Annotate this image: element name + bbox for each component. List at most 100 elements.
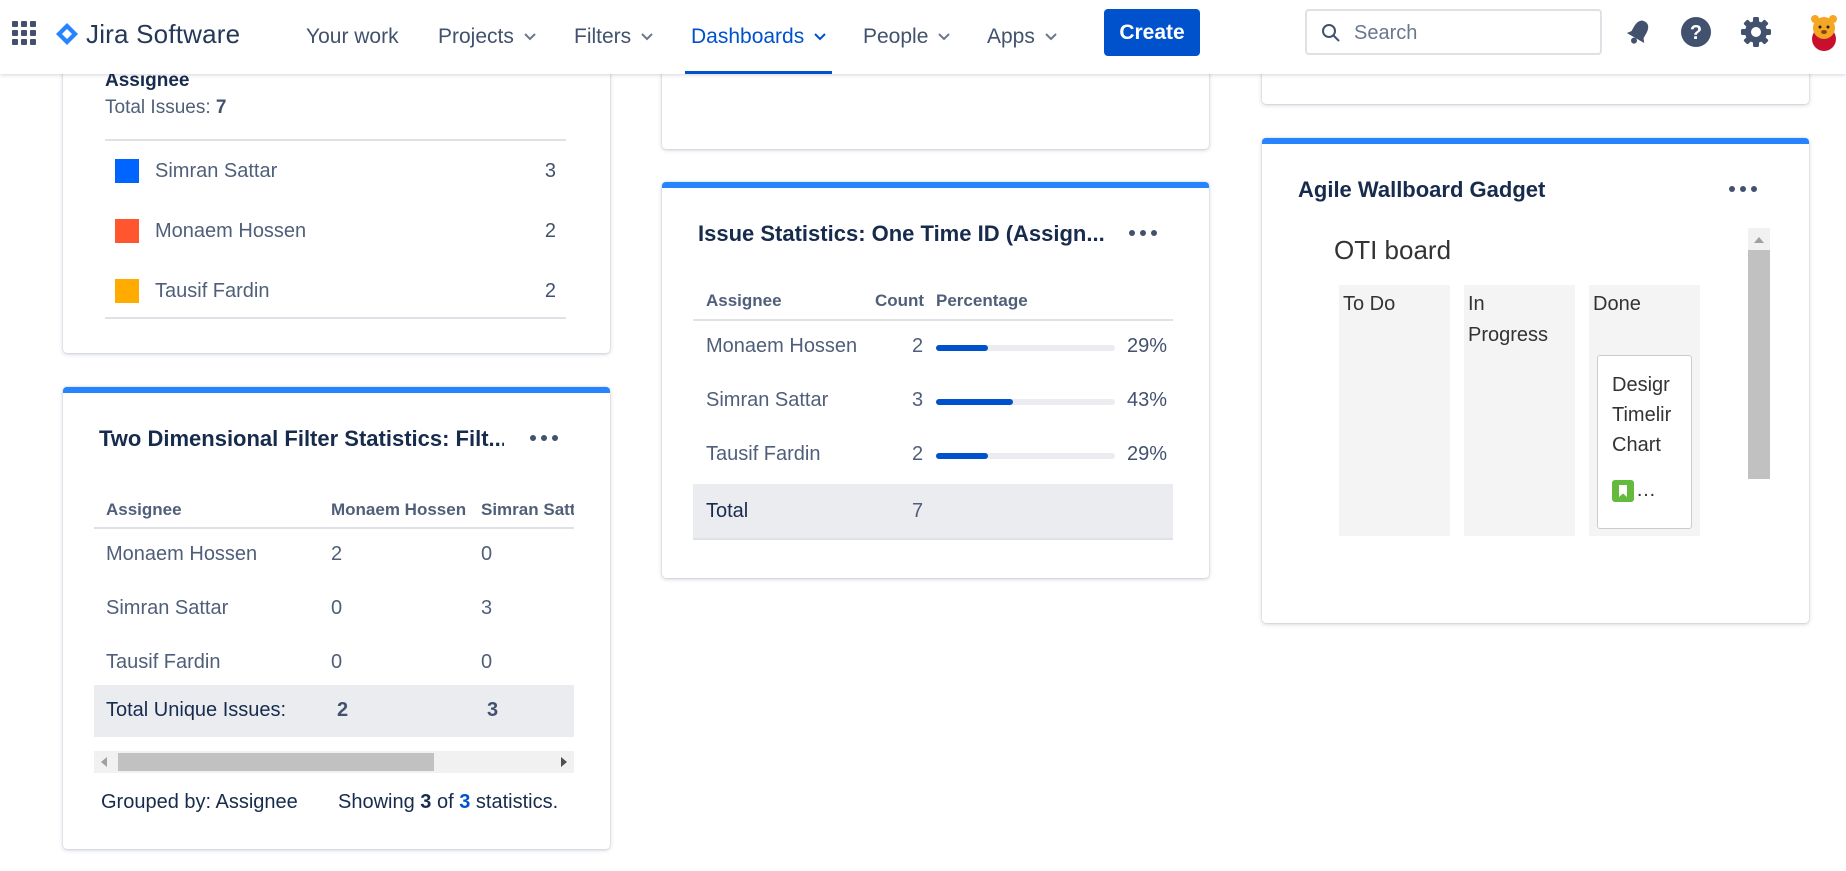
legend-swatch — [115, 159, 139, 183]
create-button[interactable]: Create — [1104, 9, 1200, 56]
chevron-down-icon — [524, 33, 536, 41]
vertical-scrollbar-thumb[interactable] — [1748, 250, 1770, 479]
row-assignee[interactable]: Tausif Fardin — [706, 443, 821, 466]
issue-statistics-gadget: Issue Statistics: One Time ID (Assign...… — [662, 182, 1209, 578]
scrollbar-thumb[interactable] — [118, 753, 434, 771]
legend-name: Simran Sattar — [155, 159, 278, 182]
agile-wallboard-gadget: Agile Wallboard Gadget OTI board To Do I… — [1262, 138, 1809, 623]
avatar[interactable] — [1805, 12, 1843, 52]
row-count[interactable]: 2 — [912, 335, 923, 358]
total-value[interactable]: 2 — [337, 699, 348, 722]
showing-of: of — [436, 791, 454, 813]
column-header: Assignee — [106, 500, 182, 519]
row-assignee[interactable]: Monaem Hossen — [106, 543, 257, 566]
scroll-up-button[interactable] — [1748, 228, 1770, 250]
help-icon[interactable]: ? — [1680, 16, 1712, 48]
nav-people[interactable]: People — [863, 0, 951, 74]
column-header: Simran Satt — [481, 500, 574, 519]
issue-summary: Desigr Timelir Chart — [1612, 370, 1674, 460]
column-header: Monaem Hossen — [331, 500, 467, 519]
percentage-bar — [936, 453, 1115, 459]
column-title: To Do — [1343, 293, 1396, 315]
total-issues: Total Issues: 7 — [105, 97, 226, 119]
cell-value[interactable]: 0 — [331, 597, 342, 620]
percentage-bar — [936, 345, 1115, 351]
nav-apps[interactable]: Apps — [987, 0, 1057, 74]
showing-prefix: Showing — [338, 791, 415, 813]
scroll-right-icon[interactable] — [560, 757, 568, 767]
chevron-down-icon — [814, 33, 826, 41]
nav-dashboards[interactable]: Dashboards — [685, 0, 833, 74]
row-assignee[interactable]: Simran Sattar — [106, 597, 228, 620]
notifications-icon[interactable] — [1623, 16, 1655, 48]
row-count[interactable]: 2 — [912, 443, 923, 466]
row-assignee[interactable]: Monaem Hossen — [706, 335, 857, 358]
more-options-icon[interactable] — [530, 435, 558, 445]
total-issues-label: Total Issues: — [105, 97, 211, 118]
more-options-icon[interactable] — [1129, 230, 1157, 240]
row-percent: 43% — [1127, 389, 1168, 411]
total-label: Total Unique Issues: — [106, 699, 287, 721]
settings-icon[interactable] — [1740, 16, 1772, 48]
chevron-down-icon — [938, 33, 951, 41]
column-title: In Progress — [1468, 293, 1549, 346]
board-name: OTI board — [1334, 235, 1452, 265]
row-assignee[interactable]: Tausif Fardin — [106, 651, 221, 674]
nav-your-work-label: Your work — [306, 25, 399, 48]
divider — [94, 735, 574, 737]
nav-filters[interactable]: Filters — [574, 0, 653, 74]
row-count[interactable]: 3 — [912, 389, 923, 412]
nav-your-work[interactable]: Your work — [306, 0, 399, 74]
row-percent: 29% — [1127, 443, 1168, 465]
issue-summary-line: Timelir — [1612, 404, 1672, 426]
legend-row[interactable]: Monaem Hossen 2 — [105, 201, 566, 261]
total-issues-value: 7 — [215, 97, 227, 118]
issue-summary-line: Chart — [1612, 434, 1661, 456]
scroll-left-icon[interactable] — [100, 757, 108, 767]
total-count[interactable]: 7 — [912, 500, 923, 523]
legend-row[interactable]: Simran Sattar 3 — [105, 141, 566, 201]
stats-table: Assignee Monaem Hossen Simran Satt Monae… — [94, 485, 574, 735]
horizontal-scrollbar[interactable] — [94, 751, 574, 773]
row-assignee[interactable]: Simran Sattar — [706, 389, 828, 412]
apps-grid-icon[interactable] — [12, 21, 36, 45]
nav-filters-label: Filters — [574, 25, 632, 48]
more-options-icon[interactable] — [1729, 186, 1757, 196]
legend-row[interactable]: Tausif Fardin 2 — [105, 261, 566, 321]
percentage-bar-fill — [936, 453, 988, 459]
search-icon — [1322, 24, 1340, 42]
cell-value[interactable]: 2 — [331, 543, 342, 566]
svg-text:?: ? — [1690, 22, 1702, 44]
nav-projects[interactable]: Projects — [438, 0, 536, 74]
gadget-title[interactable]: Two Dimensional Filter Statistics: Filt.… — [99, 426, 504, 452]
cell-value[interactable]: 0 — [481, 543, 492, 566]
column-header: Percentage — [936, 291, 1028, 310]
issue-card[interactable]: Desigr Timelir Chart … — [1597, 355, 1692, 529]
cell-value[interactable]: 0 — [331, 651, 342, 674]
percentage-bar-fill — [936, 345, 988, 351]
divider — [693, 538, 1173, 540]
product-name: Jira Software — [86, 18, 241, 49]
board-column-todo: To Do — [1339, 285, 1450, 536]
cell-value[interactable]: 0 — [481, 651, 492, 674]
legend-name: Monaem Hossen — [155, 219, 307, 242]
cell-value[interactable]: 3 — [481, 597, 492, 620]
board-column-done: Done Desigr Timelir Chart … — [1589, 285, 1700, 536]
legend-swatch — [115, 219, 139, 243]
total-value[interactable]: 3 — [487, 699, 498, 722]
nav-people-label: People — [863, 25, 929, 48]
search-box[interactable] — [1305, 9, 1602, 55]
total-row: Total Unique Issues: 2 3 — [94, 685, 574, 735]
gadget-title[interactable]: Issue Statistics: One Time ID (Assign... — [698, 221, 1108, 247]
legend-name: Tausif Fardin — [155, 279, 270, 302]
total-label: Total — [706, 500, 749, 522]
issue-summary-line: Desigr — [1612, 374, 1670, 396]
jira-logo[interactable]: Jira Software — [55, 14, 240, 54]
gadget-title[interactable]: Agile Wallboard Gadget — [1298, 177, 1545, 203]
legend-count: 3 — [544, 159, 556, 182]
search-input[interactable] — [1352, 19, 1586, 47]
percentage-bar-fill — [936, 399, 1013, 405]
legend-count: 2 — [544, 279, 556, 302]
row-percent: 29% — [1127, 335, 1168, 357]
showing-total-link[interactable]: 3 — [459, 791, 470, 813]
